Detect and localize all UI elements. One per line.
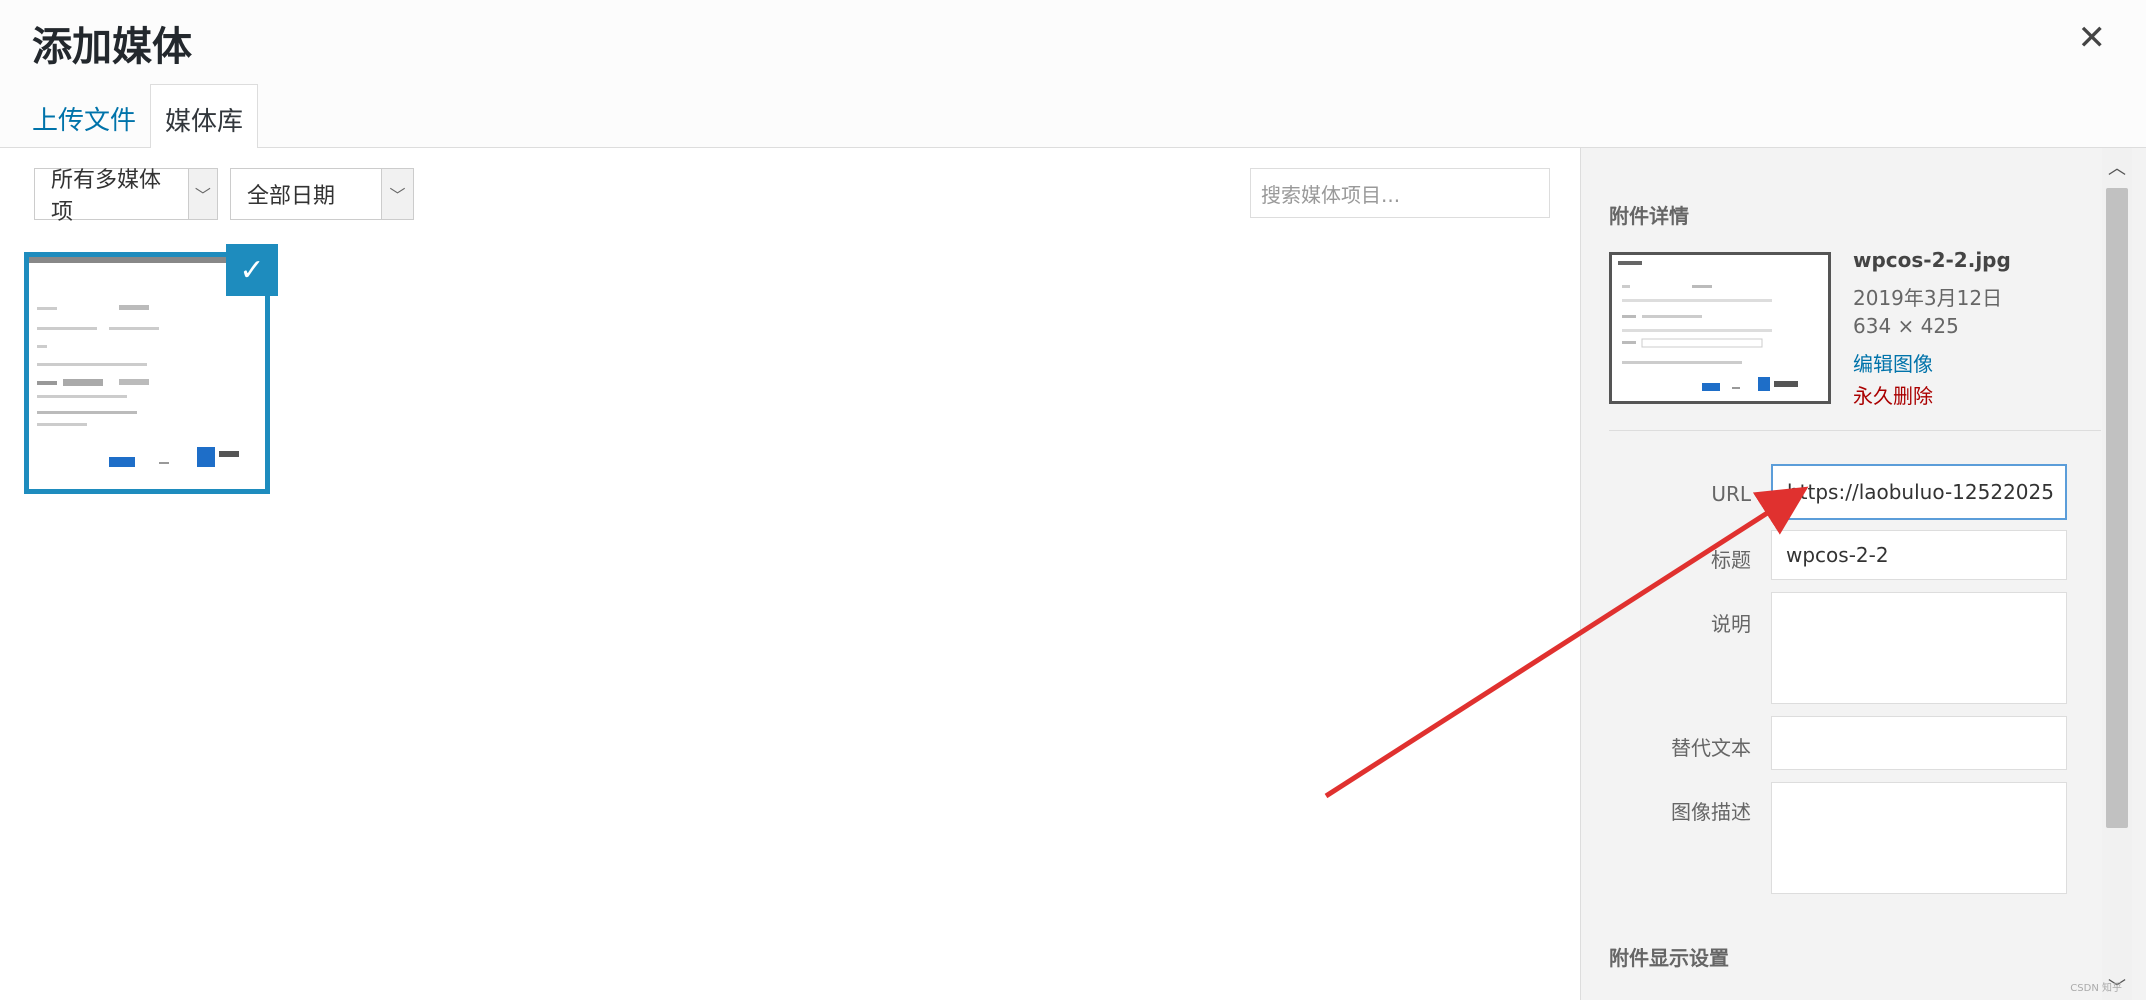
tab-upload-files[interactable]: 上传文件 <box>18 84 150 148</box>
alt-text-label: 替代文本 <box>1671 736 1751 760</box>
sidebar-scrollbar[interactable]: ︿ ﹀ <box>2102 148 2132 1000</box>
details-heading: 附件详情 <box>1609 204 1689 228</box>
alt-text-field[interactable] <box>1771 716 2067 770</box>
check-icon[interactable]: ✓ <box>226 244 278 296</box>
caption-label: 说明 <box>1711 612 1751 636</box>
chevron-down-icon: ﹀ <box>381 169 413 219</box>
media-type-select[interactable]: 所有多媒体项 ﹀ <box>34 168 218 225</box>
display-settings-heading: 附件显示设置 <box>1609 946 1729 970</box>
title-field[interactable]: wpcos-2-2 <box>1771 530 2067 580</box>
media-browser: 所有多媒体项 ﹀ 全部日期 ﹀ 搜索媒体项目... ✓ <box>0 148 1580 1000</box>
media-tabs: 上传文件 媒体库 <box>18 84 259 149</box>
scrollbar-thumb[interactable] <box>2106 188 2128 828</box>
url-field[interactable]: https://laobuluo-12522025 <box>1771 464 2067 520</box>
watermark: CSDN 知乎 <box>2070 983 2122 994</box>
attachment-details: 附件详情 wpcos-2-2.jpg 2019年3月12日 634 × 425 … <box>1580 148 2146 1000</box>
close-icon[interactable]: ✕ <box>2078 18 2107 58</box>
chevron-down-icon: ﹀ <box>187 169 217 219</box>
title-label: 标题 <box>1711 548 1751 572</box>
edit-image-link[interactable]: 编辑图像 <box>1853 348 1933 377</box>
modal-title: 添加媒体 <box>32 24 192 70</box>
attachment-dimensions: 634 × 425 <box>1853 314 1959 338</box>
attachment-filename: wpcos-2-2.jpg <box>1853 248 2011 272</box>
description-label: 图像描述 <box>1671 800 1751 824</box>
attachment-preview <box>1609 252 1831 404</box>
caption-field[interactable] <box>1771 592 2067 704</box>
scroll-up-icon[interactable]: ︿ <box>2102 154 2132 180</box>
preview-image <box>1618 261 1798 391</box>
url-label: URL <box>1711 482 1751 506</box>
media-filters: 所有多媒体项 ﹀ 全部日期 ﹀ <box>34 168 414 225</box>
divider <box>1609 430 2101 431</box>
delete-permanently-link[interactable]: 永久删除 <box>1853 380 1933 409</box>
date-value: 全部日期 <box>247 184 336 209</box>
tab-media-library[interactable]: 媒体库 <box>150 84 259 149</box>
description-field[interactable] <box>1771 782 2067 894</box>
modal-header: 添加媒体 ✕ 上传文件 媒体库 <box>0 0 2146 149</box>
search-input[interactable]: 搜索媒体项目... <box>1250 168 1550 218</box>
date-select[interactable]: 全部日期 ﹀ <box>230 168 414 220</box>
media-type-value: 所有多媒体项 <box>51 168 162 225</box>
attachment-date: 2019年3月12日 <box>1853 286 2003 310</box>
